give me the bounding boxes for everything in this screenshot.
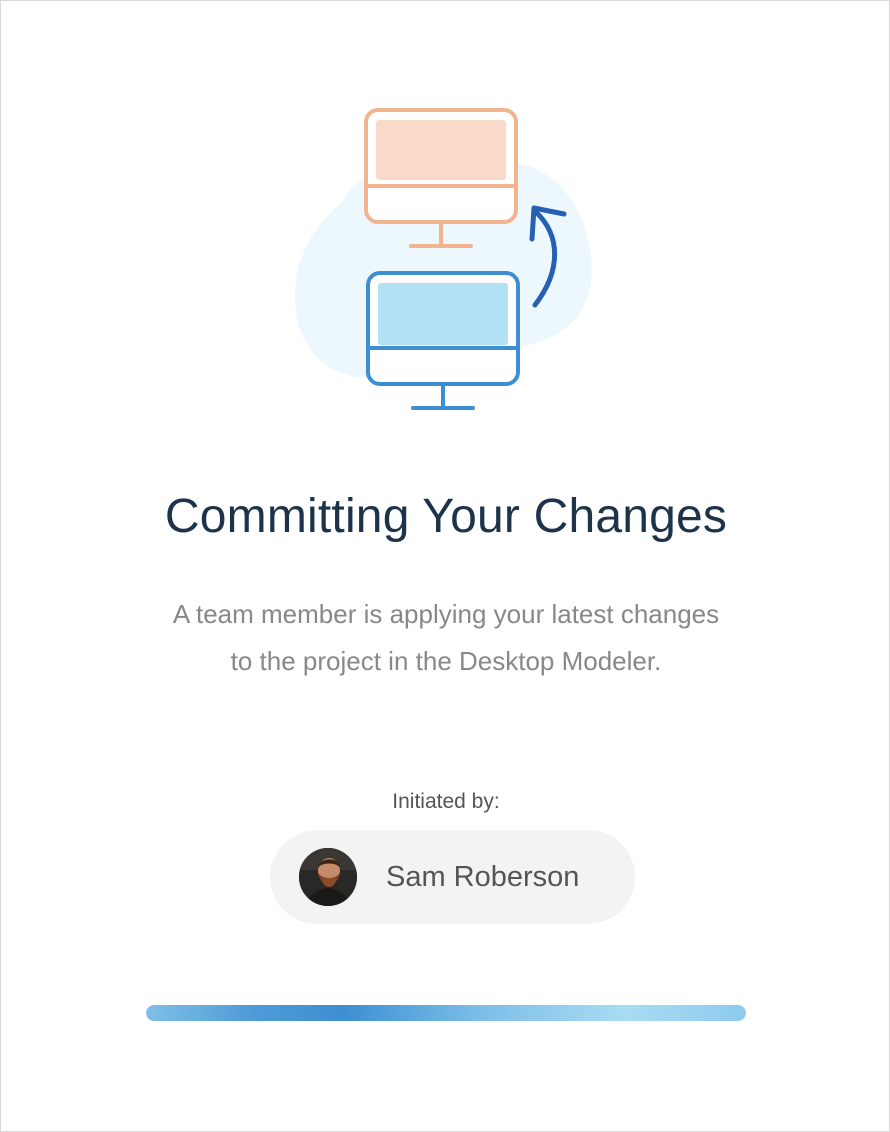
initiator-chip: Sam Roberson	[270, 830, 635, 924]
computer-sync-icon	[295, 108, 592, 410]
commit-status-card: Committing Your Changes A team member is…	[0, 0, 890, 1132]
status-description-line-2: to the project in the Desktop Modeler.	[230, 646, 662, 676]
initiator-name: Sam Roberson	[386, 861, 580, 893]
page-title: Committing Your Changes	[164, 490, 728, 543]
target-computer-icon	[366, 271, 520, 410]
avatar-image	[299, 848, 357, 906]
commit-progress-bar	[146, 1005, 746, 1021]
status-description-line-1: A team member is applying your latest ch…	[172, 599, 720, 629]
commit-progress-fill	[146, 1005, 746, 1021]
initiated-by-label: Initiated by:	[392, 790, 500, 813]
user-avatar-photo	[299, 848, 357, 906]
status-description: A team member is applying your latest ch…	[1, 591, 890, 685]
